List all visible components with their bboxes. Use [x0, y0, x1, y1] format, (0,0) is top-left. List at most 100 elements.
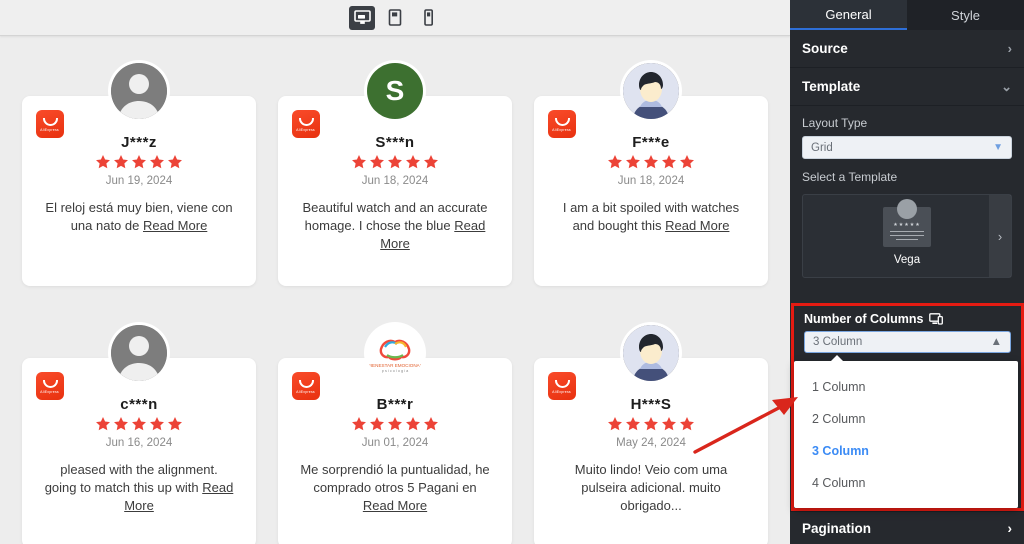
select-template-label: Select a Template [802, 170, 898, 184]
chevron-up-icon: ▲ [990, 336, 1002, 348]
column-option[interactable]: 4 Column [794, 467, 1018, 499]
svg-text:BIENESTAR EMOCIONAL: BIENESTAR EMOCIONAL [368, 363, 423, 368]
review-text: pleased with the alignment. going to mat… [44, 462, 234, 513]
template-settings: Layout Type Grid ▼ Select a Template ★★★… [790, 106, 1024, 284]
star-icon [680, 154, 694, 169]
preview-area: AliExpress J***z Jun 19, 2024 El reloj está… [0, 0, 790, 544]
review-text: Beautiful watch and an accurate homage. … [302, 200, 488, 251]
read-more-link[interactable]: Read More [363, 498, 427, 513]
chevron-down-icon: ⌄ [1001, 78, 1012, 94]
star-icon [608, 416, 622, 431]
avatar [623, 63, 679, 119]
review-date: Jun 01, 2024 [361, 437, 429, 449]
review-date: Jun 18, 2024 [361, 175, 429, 187]
template-name: Vega [893, 253, 921, 266]
reviews-grid: AliExpress J***z Jun 19, 2024 El reloj está… [0, 36, 790, 544]
user-silhouette-icon [111, 63, 167, 119]
star-icon [370, 416, 384, 431]
number-of-columns-dropdown[interactable]: 1 Column 2 Column 3 Column 4 Column [794, 355, 1018, 508]
template-thumbnail-vega[interactable]: ★★★★★ [883, 198, 931, 247]
star-icon [662, 154, 676, 169]
review-card: AliExpress H***S May 24, 2024 Muito lindo! … [534, 322, 768, 544]
section-pagination-label: Pagination [802, 520, 872, 536]
star-icon [352, 154, 366, 169]
layout-type-label: Layout Type [802, 116, 868, 130]
number-of-columns-select[interactable]: 3 Column ▲ [804, 331, 1011, 353]
star-icon [114, 154, 128, 169]
read-more-link[interactable]: Read More [665, 218, 729, 233]
avatar: BIENESTAR EMOCIONAL p s i c o l o g i a [367, 325, 423, 381]
tablet-view-button[interactable] [382, 6, 408, 30]
layout-type-select[interactable]: Grid ▼ [802, 136, 1012, 159]
text-line [890, 231, 924, 232]
aliexpress-icon: AliExpress [292, 372, 320, 400]
column-option[interactable]: 1 Column [794, 371, 1018, 403]
aliexpress-icon: AliExpress [548, 372, 576, 400]
review-date: Jun 19, 2024 [105, 175, 173, 187]
tab-general[interactable]: General [790, 0, 907, 30]
avatar-wrapper [108, 60, 170, 122]
star-icon [662, 416, 676, 431]
review-text: El reloj está muy bien, viene con una na… [45, 200, 233, 233]
number-of-columns-setting: Number of Columns 3 Column ▲ [794, 306, 1021, 353]
aliexpress-icon: AliExpress [36, 372, 64, 400]
layout-type-value: Grid [811, 141, 833, 154]
aliexpress-icon: AliExpress [548, 110, 576, 138]
review-text: Me sorprendió la puntualidad, he comprad… [300, 462, 490, 513]
review-card: AliExpress c***n Jun 16, 2024 pleased with … [22, 322, 256, 544]
avatar-wrapper [620, 60, 682, 122]
star-icon [96, 416, 110, 431]
responsive-monitor-icon[interactable] [929, 313, 944, 325]
template-carousel: ★★★★★ Vega › [802, 194, 1012, 278]
star-icon [406, 154, 420, 169]
section-source[interactable]: Source › [790, 30, 1024, 68]
section-template-label: Template [802, 79, 861, 94]
aliexpress-icon: AliExpress [36, 110, 64, 138]
desktop-view-button[interactable] [349, 5, 375, 30]
user-avatar-icon [623, 325, 679, 381]
rating-stars [22, 416, 256, 432]
tab-style[interactable]: Style [907, 0, 1024, 30]
star-icon [388, 154, 402, 169]
mobile-icon [423, 9, 433, 26]
star-icon [370, 154, 384, 169]
chevron-right-icon: › [1007, 41, 1012, 56]
review-card: S AliExpress S***n Jun 18, 2024 Beautiful wa… [278, 60, 512, 286]
section-template[interactable]: Template ⌄ [790, 68, 1024, 106]
star-icon [132, 154, 146, 169]
number-of-columns-value: 3 Column [813, 336, 863, 348]
chevron-right-icon: › [1007, 520, 1013, 536]
template-next-button[interactable]: › [989, 195, 1011, 277]
review-text: Muito lindo! Veio com uma pulseira adici… [574, 462, 728, 513]
avatar [111, 325, 167, 381]
rating-stars [534, 416, 768, 432]
section-pagination[interactable]: Pagination › [790, 511, 1024, 544]
read-more-link[interactable]: Read More [380, 218, 485, 251]
column-option[interactable]: 2 Column [794, 403, 1018, 435]
review-text: I am a bit spoiled with watches and boug… [562, 200, 740, 233]
review-card: BIENESTAR EMOCIONAL p s i c o l o g i a Al… [278, 322, 512, 544]
star-icon [150, 416, 164, 431]
star-icon [406, 416, 420, 431]
mobile-view-button[interactable] [415, 6, 441, 30]
panel-tabs: General Style [790, 0, 1024, 30]
desktop-icon [353, 10, 371, 24]
read-more-link[interactable]: Read More [124, 480, 233, 513]
star-icon [388, 416, 402, 431]
star-icon [168, 154, 182, 169]
star-icon [150, 154, 164, 169]
star-icon [424, 154, 438, 169]
star-icon [626, 416, 640, 431]
avatar: S [367, 63, 423, 119]
read-more-link[interactable]: Read More [143, 218, 207, 233]
column-option[interactable]: 3 Column [794, 435, 1018, 467]
star-icon [114, 416, 128, 431]
aliexpress-icon: AliExpress [292, 110, 320, 138]
avatar-icon [897, 198, 917, 219]
user-silhouette-icon [111, 325, 167, 381]
tablet-icon [388, 9, 402, 26]
number-of-columns-label: Number of Columns [804, 312, 924, 326]
avatar [111, 63, 167, 119]
text-line [896, 239, 918, 240]
chevron-down-icon: ▼ [993, 142, 1003, 153]
